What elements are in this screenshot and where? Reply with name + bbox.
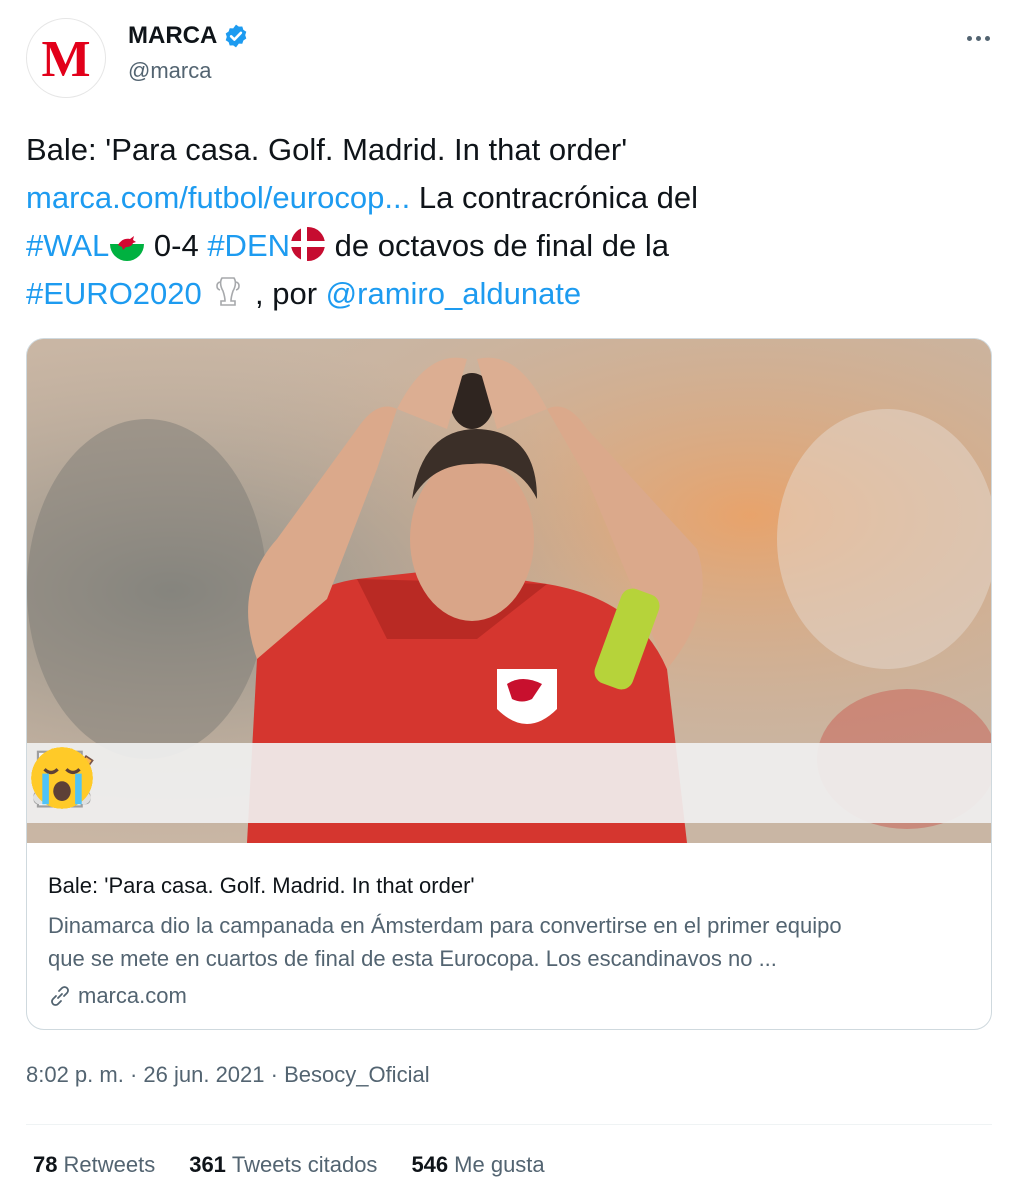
denmark-flag-icon (291, 227, 326, 261)
account-name-row[interactable]: MARCA (128, 22, 249, 50)
tweet-text-fragment: , por (246, 276, 326, 311)
tweet-text: Bale: 'Para casa. Golf. Madrid. In that … (26, 126, 986, 318)
svg-text:M: M (41, 32, 90, 84)
loudly-crying-face-icon (31, 747, 978, 819)
card-description: Dinamarca dio la campanada en Ámsterdam … (48, 909, 978, 975)
divider (26, 1124, 992, 1125)
link-card[interactable]: Bale: 'Para casa. Golf. Madrid. In that … (26, 338, 992, 1030)
article-link[interactable]: marca.com/futbol/eurocop... (26, 180, 410, 215)
sunglasses-face-icon (31, 747, 718, 819)
quotes-count: 361 (189, 1152, 226, 1177)
memo-icon (36, 747, 285, 819)
tweet-text-fragment: de octavos de final de la (326, 228, 669, 263)
retweets-stat[interactable]: 78 Retweets (33, 1152, 155, 1178)
account-name[interactable]: MARCA (128, 22, 217, 50)
likes-label: Me gusta (454, 1152, 545, 1177)
score-text: 0-4 (145, 228, 208, 263)
marca-logo: M (41, 32, 90, 84)
hashtag-wal[interactable]: #WAL (26, 228, 109, 263)
meta-separator: · (123, 1062, 144, 1087)
tweet-line-4: #EURO2020 , por @ramiro_aldunate (26, 270, 986, 318)
likes-count: 546 (411, 1152, 449, 1177)
likes-stat[interactable]: 546 Me gusta (411, 1152, 544, 1178)
article-photo[interactable] (27, 339, 991, 843)
mention-ramiro[interactable]: @ramiro_aldunate (326, 276, 582, 311)
tweet-line-1: Bale: 'Para casa. Golf. Madrid. In that … (26, 132, 628, 167)
emoji-strip (27, 743, 991, 823)
retweets-label: Retweets (63, 1152, 156, 1177)
meta-separator: · (264, 1062, 285, 1087)
tweet-meta: 8:02 p. m. · 26 jun. 2021 · Besocy_Ofici… (26, 1062, 430, 1088)
tweet-line-3: #WAL 0-4 #DEN de octavos de final de la (26, 222, 986, 270)
tweet-date[interactable]: 26 jun. 2021 (143, 1062, 264, 1087)
clapping-hands-icon (41, 747, 805, 819)
tweet-source[interactable]: Besocy_Oficial (284, 1062, 430, 1087)
flexed-biceps-icon (39, 747, 372, 819)
quotes-label: Tweets citados (231, 1152, 378, 1177)
quote-tweets-stat[interactable]: 361 Tweets citados (189, 1152, 377, 1178)
tweet-line-2: marca.com/futbol/eurocop... La contracró… (26, 174, 986, 222)
squinting-face-icon (31, 747, 891, 819)
hashtag-euro2020[interactable]: #EURO2020 (26, 276, 202, 311)
avatar[interactable]: M (26, 18, 106, 98)
card-description-line: que se mete en cuartos de final de esta … (48, 946, 777, 971)
tears-of-joy-icon (31, 747, 631, 819)
verified-badge-icon (223, 23, 249, 49)
wales-flag-icon (110, 227, 145, 261)
account-handle[interactable]: @marca (128, 58, 211, 84)
tweet-text-fragment: La contracrónica del (410, 180, 699, 215)
link-icon (51, 986, 69, 1006)
face-with-steam-icon (31, 747, 545, 819)
more-options-icon[interactable] (958, 24, 998, 52)
tweet-stats: 78 Retweets 361 Tweets citados 546 Me gusta (33, 1152, 545, 1178)
megaphone-icon (33, 747, 199, 819)
card-description-line: Dinamarca dio la campanada en Ámsterdam … (48, 913, 842, 938)
card-body[interactable]: Bale: 'Para casa. Golf. Madrid. In that … (27, 843, 991, 1029)
card-domain-text: marca.com (78, 983, 187, 1008)
retweets-count: 78 (33, 1152, 58, 1177)
tweet-time[interactable]: 8:02 p. m. (26, 1062, 124, 1087)
hashtag-den[interactable]: #DEN (207, 228, 290, 263)
crying-face-icon (31, 747, 458, 819)
card-title[interactable]: Bale: 'Para casa. Golf. Madrid. In that … (48, 873, 475, 899)
card-domain[interactable]: marca.com (48, 983, 187, 1009)
euro-trophy-icon (216, 277, 241, 306)
